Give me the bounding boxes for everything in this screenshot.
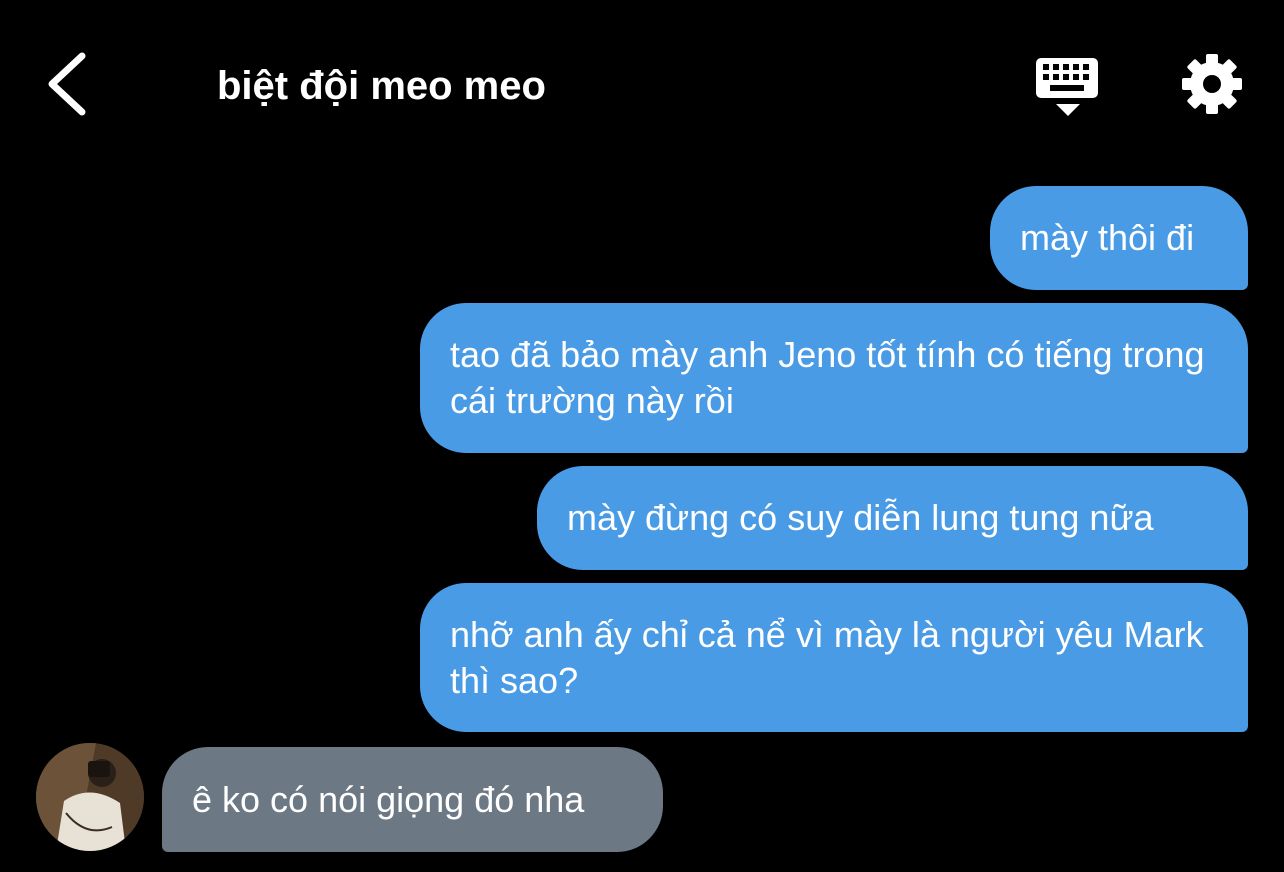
avatar-photo [36,743,144,851]
sender-avatar[interactable] [36,743,144,851]
message-bubble-incoming[interactable]: ê ko có nói giọng đó nha [162,747,663,852]
message-bubble-outgoing[interactable]: tao đã bảo mày anh Jeno tốt tính có tiến… [420,303,1248,453]
message-thread: mày thôi đi tao đã bảo mày anh Jeno tốt … [0,0,1284,872]
message-text: ê ko có nói giọng đó nha [192,778,585,820]
message-text: nhỡ anh ấy chỉ cả nể vì mày là người yêu… [450,613,1204,701]
message-text: mày đừng có suy diễn lung tung nữa [567,497,1154,538]
message-bubble-outgoing[interactable]: mày thôi đi [990,186,1248,290]
message-bubble-outgoing[interactable]: nhỡ anh ấy chỉ cả nể vì mày là người yêu… [420,583,1248,732]
message-text: mày thôi đi [1020,217,1195,258]
message-text: tao đã bảo mày anh Jeno tốt tính có tiến… [450,334,1205,421]
message-bubble-outgoing[interactable]: mày đừng có suy diễn lung tung nữa [537,466,1248,570]
